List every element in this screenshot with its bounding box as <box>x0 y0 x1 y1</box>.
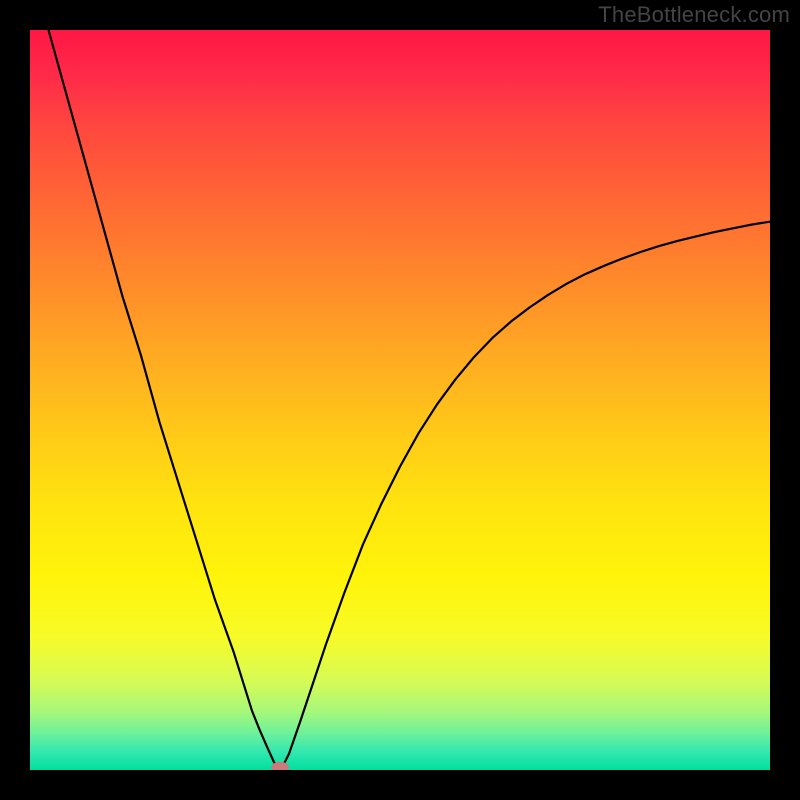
heat-gradient-background <box>30 30 770 770</box>
bottleneck-chart <box>0 0 800 800</box>
chart-container: TheBottleneck.com <box>0 0 800 800</box>
optimum-marker <box>271 762 289 774</box>
